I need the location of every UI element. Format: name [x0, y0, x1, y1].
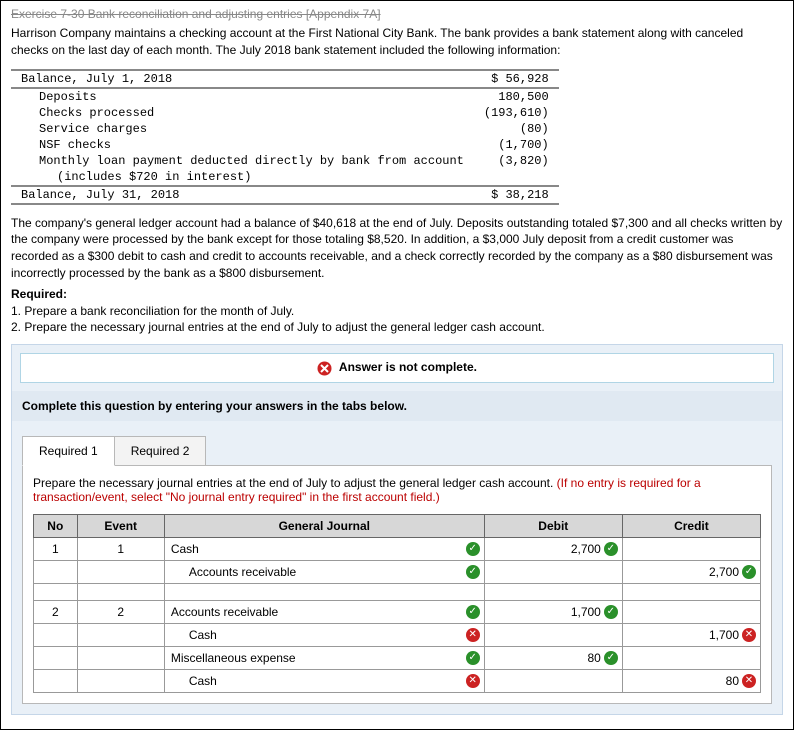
- instruction-bar: Complete this question by entering your …: [12, 391, 782, 421]
- exercise-title: Exercise 7-30 Bank reconciliation and ad…: [11, 7, 783, 21]
- cell-debit[interactable]: 1,700✓: [484, 600, 622, 623]
- cell-debit[interactable]: 80✓: [484, 646, 622, 669]
- tab-content: Prepare the necessary journal entries at…: [22, 465, 772, 704]
- col-event: Event: [77, 514, 164, 537]
- alert-text: Answer is not complete.: [339, 360, 477, 374]
- question-panel: Answer is not complete. Complete this qu…: [11, 344, 783, 714]
- cell-credit[interactable]: 1,700✕: [622, 623, 760, 646]
- cell-account[interactable]: Accounts receivable✓: [164, 600, 484, 623]
- cell-event[interactable]: 1: [77, 537, 164, 560]
- cell-no: [34, 646, 78, 669]
- incomplete-alert: Answer is not complete.: [20, 353, 774, 382]
- col-credit: Credit: [622, 514, 760, 537]
- journal-entry-table: No Event General Journal Debit Credit 11…: [33, 514, 761, 693]
- tab-strip: Required 1Required 2: [22, 435, 782, 465]
- required-2-text: 2. Prepare the necessary journal entries…: [11, 320, 545, 334]
- cell-no: 1: [34, 537, 78, 560]
- col-general-journal: General Journal: [164, 514, 484, 537]
- tab-note: Prepare the necessary journal entries at…: [33, 476, 761, 504]
- intro-text: Harrison Company maintains a checking ac…: [11, 25, 783, 59]
- cell-event[interactable]: [77, 623, 164, 646]
- cell-no: [34, 560, 78, 583]
- cell-credit[interactable]: [622, 600, 760, 623]
- error-icon: [317, 361, 332, 376]
- required-heading: Required:: [11, 287, 67, 301]
- cell-account[interactable]: Cash✕: [164, 623, 484, 646]
- cell-account[interactable]: Accounts receivable✓: [164, 560, 484, 583]
- bank-statement-table: Balance, July 1, 2018$ 56,928Deposits180…: [11, 69, 559, 205]
- cell-debit[interactable]: 2,700✓: [484, 537, 622, 560]
- cell-event[interactable]: 2: [77, 600, 164, 623]
- required-1-text: 1. Prepare a bank reconciliation for the…: [11, 304, 294, 318]
- cell-debit[interactable]: [484, 669, 622, 692]
- cell-credit[interactable]: [622, 537, 760, 560]
- cell-no: [34, 623, 78, 646]
- cell-no: 2: [34, 600, 78, 623]
- col-debit: Debit: [484, 514, 622, 537]
- cell-event[interactable]: [77, 669, 164, 692]
- cell-credit[interactable]: 80✕: [622, 669, 760, 692]
- tab-required-1[interactable]: Required 1: [22, 436, 115, 466]
- context-text: The company's general ledger account had…: [11, 215, 783, 282]
- cell-event[interactable]: [77, 560, 164, 583]
- cell-debit[interactable]: [484, 623, 622, 646]
- cell-credit[interactable]: [622, 646, 760, 669]
- cell-credit[interactable]: 2,700✓: [622, 560, 760, 583]
- cell-account[interactable]: Miscellaneous expense✓: [164, 646, 484, 669]
- col-no: No: [34, 514, 78, 537]
- tab-required-2[interactable]: Required 2: [115, 436, 207, 465]
- cell-account[interactable]: Cash✓: [164, 537, 484, 560]
- cell-account[interactable]: Cash✕: [164, 669, 484, 692]
- cell-debit[interactable]: [484, 560, 622, 583]
- cell-event[interactable]: [77, 646, 164, 669]
- cell-no: [34, 669, 78, 692]
